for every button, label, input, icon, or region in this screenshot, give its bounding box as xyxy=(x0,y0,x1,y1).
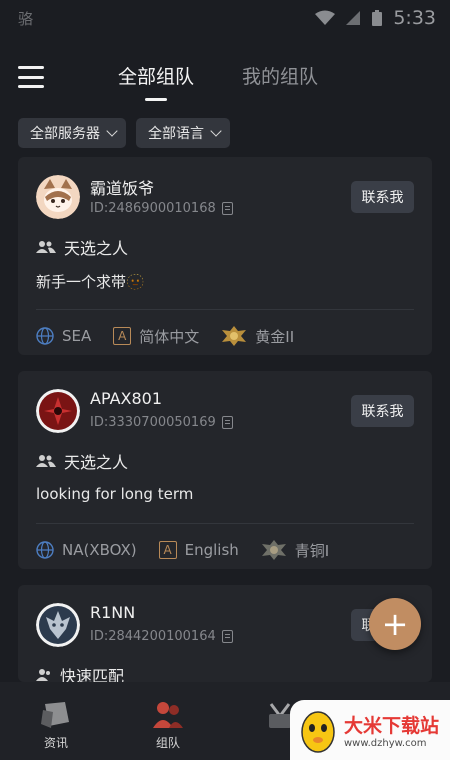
match-mode: 天选之人 xyxy=(36,449,128,473)
copy-icon[interactable] xyxy=(221,416,233,429)
divider xyxy=(36,309,414,310)
rank-label: 青铜I xyxy=(294,541,330,560)
user-id-text: ID:3330700050169 xyxy=(90,415,216,430)
create-team-button[interactable]: + xyxy=(369,598,421,650)
user-id: ID:2844200100164 xyxy=(90,629,233,644)
nav-label-team: 组队 xyxy=(155,736,180,750)
clock: 5:33 xyxy=(393,7,436,29)
mascot-logo xyxy=(301,711,335,753)
filter-bar: 全部服务器 全部语言 xyxy=(18,118,230,148)
team-card[interactable]: 霸道饭爷 ID:2486900010168 联系我 天选之人 新手一个求带🫥 S… xyxy=(18,157,432,355)
match-mode-label: 快速匹配 xyxy=(60,667,125,682)
contact-me-button[interactable]: 联系我 xyxy=(351,181,414,213)
top-header: 全部组队 我的组队 xyxy=(0,36,450,116)
contact-me-button[interactable]: 联系我 xyxy=(351,395,414,427)
language-tag: A English xyxy=(158,541,239,559)
copy-icon[interactable] xyxy=(221,202,233,215)
watermark-title: 大米下载站 xyxy=(344,715,440,737)
watermark-url: www.dzhyw.com xyxy=(344,738,427,749)
user-id: ID:3330700050169 xyxy=(90,415,233,430)
match-mode-label: 天选之人 xyxy=(64,453,129,472)
user-id-text: ID:2486900010168 xyxy=(90,201,216,216)
language-label: English xyxy=(184,541,239,559)
language-tag: A 简体中文 xyxy=(113,326,199,347)
language-icon: A xyxy=(113,327,132,345)
chevron-down-icon xyxy=(210,125,222,137)
language-filter-dropdown[interactable]: 全部语言 xyxy=(136,118,230,148)
team-nav-icon xyxy=(153,702,183,728)
user-id-text: ID:2844200100164 xyxy=(90,629,216,644)
menu-icon[interactable] xyxy=(18,66,44,88)
language-label: 简体中文 xyxy=(139,327,200,346)
server-tag: SEA xyxy=(36,327,91,345)
team-icon xyxy=(36,455,56,467)
rank-label: 黄金II xyxy=(255,327,295,346)
match-mode: 天选之人 xyxy=(36,235,128,259)
globe-icon xyxy=(36,327,54,345)
bronze-rank-icon xyxy=(261,540,286,560)
tab-my-teams[interactable]: 我的组队 xyxy=(242,62,318,89)
carrier-label: 骆 xyxy=(18,9,34,28)
copy-icon[interactable] xyxy=(221,630,233,643)
battery-icon xyxy=(372,10,383,26)
server-label: NA(XBOX) xyxy=(62,541,137,559)
tab-bar: 全部组队 我的组队 xyxy=(118,62,318,89)
language-icon: A xyxy=(158,541,177,559)
team-description: 新手一个求带🫥 xyxy=(36,273,145,291)
team-icon xyxy=(36,241,56,253)
avatar[interactable] xyxy=(36,175,80,219)
nav-item-news[interactable]: 资讯 xyxy=(0,682,112,760)
signal-icon xyxy=(346,11,361,25)
server-tag: NA(XBOX) xyxy=(36,541,137,559)
avatar[interactable] xyxy=(36,603,80,647)
nav-label-news: 资讯 xyxy=(43,736,68,750)
news-icon xyxy=(41,702,69,728)
username: 霸道饭爷 xyxy=(90,179,155,198)
wifi-icon xyxy=(315,10,336,25)
divider xyxy=(36,523,414,524)
rank-tag: 青铜I xyxy=(261,539,329,561)
status-bar: 骆 5:33 xyxy=(0,0,450,36)
globe-icon xyxy=(36,541,54,559)
tab-all-teams[interactable]: 全部组队 xyxy=(118,62,194,89)
card-tags: NA(XBOX) A English 青铜I xyxy=(36,539,329,561)
team-description: looking for long term xyxy=(36,485,194,503)
team-card[interactable]: APAX801 ID:3330700050169 联系我 天选之人 lookin… xyxy=(18,371,432,569)
chevron-down-icon xyxy=(106,125,118,137)
language-filter-label: 全部语言 xyxy=(148,126,204,142)
server-filter-label: 全部服务器 xyxy=(30,126,100,142)
match-mode-label: 天选之人 xyxy=(64,239,129,258)
user-id: ID:2486900010168 xyxy=(90,201,233,216)
match-mode: 快速匹配 xyxy=(36,663,124,682)
card-tags: SEA A 简体中文 黄金II xyxy=(36,325,294,347)
rank-tag: 黄金II xyxy=(221,325,294,347)
gold-rank-icon xyxy=(222,326,247,346)
server-label: SEA xyxy=(62,327,92,345)
watermark-logo: 大米下载站 www.dzhyw.com xyxy=(290,700,450,760)
avatar[interactable] xyxy=(36,389,80,433)
username: APAX801 xyxy=(90,389,163,408)
username: R1NN xyxy=(90,603,136,622)
person-icon xyxy=(36,669,50,681)
nav-item-team[interactable]: 组队 xyxy=(112,682,224,760)
server-filter-dropdown[interactable]: 全部服务器 xyxy=(18,118,126,148)
